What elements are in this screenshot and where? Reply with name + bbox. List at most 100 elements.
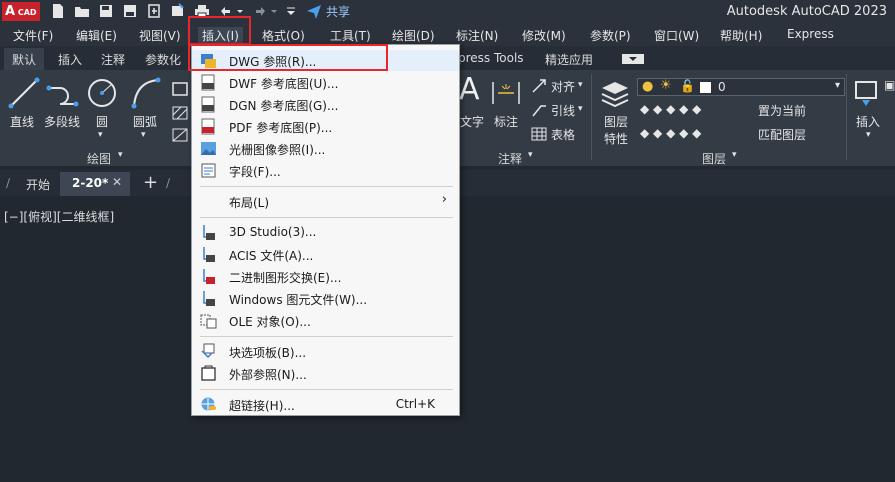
table-label[interactable]: 表格	[551, 126, 575, 143]
set-current-layer-label[interactable]: 置为当前	[758, 102, 806, 119]
menu-file[interactable]: 文件(F)	[13, 27, 53, 44]
menu-item-windows-metafile[interactable]: Windows 图元文件(W)...	[192, 288, 459, 309]
align-label[interactable]: 对齐	[551, 78, 575, 95]
viewport-controls[interactable]: [−][俯视][二维线框]	[4, 208, 114, 225]
menu-item-ole-object[interactable]: OLE 对象(O)...	[192, 310, 459, 331]
menu-express[interactable]: Express	[787, 27, 834, 41]
annotation-panel-title[interactable]: 注释	[498, 150, 522, 167]
region-icon[interactable]	[172, 128, 188, 142]
pdf-underlay-icon	[201, 118, 215, 135]
circle-label[interactable]: 圆	[96, 113, 108, 130]
menu-draw[interactable]: 绘图(D)	[392, 27, 435, 44]
menu-help[interactable]: 帮助(H)	[720, 27, 762, 44]
menu-window[interactable]: 窗口(W)	[654, 27, 699, 44]
menu-item-dwf-underlay[interactable]: DWF 参考底图(U)...	[192, 72, 459, 93]
menu-item-raster-image[interactable]: 光栅图像参照(I)...	[192, 138, 459, 159]
menu-item-external-references[interactable]: 外部参照(N)...	[192, 363, 459, 384]
menu-edit[interactable]: 编辑(E)	[76, 27, 117, 44]
menu-modify[interactable]: 修改(M)	[522, 27, 566, 44]
panel-divider	[591, 74, 592, 160]
menu-item-binary-dxf[interactable]: 二进制图形交换(E)...	[192, 266, 459, 287]
ribbon-minimize-icon[interactable]	[622, 54, 644, 64]
publish-icon[interactable]	[146, 3, 162, 19]
new-tab-button[interactable]: +	[143, 172, 158, 193]
leader-icon[interactable]	[531, 102, 547, 118]
share-button[interactable]: 共享	[326, 3, 350, 20]
active-document-tab[interactable]: 2-20* ✕	[60, 172, 130, 196]
menu-item-layout[interactable]: 布局(L) ›	[192, 191, 459, 212]
arc-dropdown-icon[interactable]: ▾	[141, 130, 146, 140]
leader-label[interactable]: 引线	[551, 102, 575, 119]
annotation-panel-expand-icon[interactable]: ▾	[528, 150, 533, 160]
new-file-icon[interactable]	[50, 3, 66, 19]
layer-dropdown[interactable]: ● ☀ 🔓 0 ▾	[637, 78, 845, 96]
layer-properties-label-2[interactable]: 特性	[604, 130, 628, 147]
menu-view[interactable]: 视图(V)	[139, 27, 181, 44]
arc-icon[interactable]	[130, 76, 162, 110]
menu-item-acis-file[interactable]: ACIS 文件(A)...	[192, 244, 459, 265]
arc-label[interactable]: 圆弧	[133, 113, 157, 130]
menu-item-field[interactable]: 字段(F)...	[192, 160, 459, 181]
menu-item-pdf-underlay[interactable]: PDF 参考底图(P)...	[192, 116, 459, 137]
menu-parametric[interactable]: 参数(P)	[590, 27, 631, 44]
circle-icon[interactable]	[86, 76, 118, 110]
menu-tools[interactable]: 工具(T)	[330, 27, 371, 44]
ribbon-tab-default[interactable]: 默认	[4, 48, 45, 71]
insert-menu-highlight	[188, 16, 251, 45]
insert-block-label[interactable]: 插入	[856, 113, 880, 130]
ribbon-tab-insert[interactable]: 插入	[58, 51, 82, 68]
insert-dropdown-icon[interactable]: ▾	[866, 130, 871, 140]
open-folder-icon[interactable]	[74, 3, 90, 19]
app-logo[interactable]: A CAD	[2, 2, 40, 21]
ribbon-tab-annotate[interactable]: 注释	[101, 51, 125, 68]
customize-dropdown-icon[interactable]	[286, 3, 296, 19]
dimension-label[interactable]: 标注	[494, 113, 518, 130]
draw-panel-expand-icon[interactable]: ▾	[118, 150, 123, 160]
redo-icon[interactable]	[252, 3, 268, 19]
draw-panel-title[interactable]: 绘图	[87, 150, 111, 167]
align-icon[interactable]	[531, 78, 547, 94]
polyline-label[interactable]: 多段线	[44, 113, 80, 130]
save-icon[interactable]	[98, 3, 114, 19]
edit-block-icon[interactable]: ▣	[884, 78, 895, 92]
menu-format[interactable]: 格式(O)	[262, 27, 305, 44]
ribbon-tab-parametric[interactable]: 参数化	[145, 51, 181, 68]
ribbon-tab-featured-apps[interactable]: 精选应用	[545, 51, 593, 68]
menu-item-dgn-underlay[interactable]: DGN 参考底图(G)...	[192, 94, 459, 115]
dimension-icon[interactable]	[490, 78, 522, 108]
start-tab[interactable]: 开始	[26, 176, 50, 193]
align-dropdown-icon[interactable]: ▾	[578, 80, 583, 90]
menu-item-block-palette[interactable]: 块选项板(B)...	[192, 341, 459, 362]
close-tab-icon[interactable]: ✕	[112, 175, 122, 189]
layer-properties-label-1[interactable]: 图层	[604, 113, 628, 130]
menu-dimension[interactable]: 标注(N)	[456, 27, 498, 44]
layer-dropdown-arrow-icon[interactable]: ▾	[835, 80, 840, 91]
doc-tabs-menu-icon[interactable]: ∕	[6, 176, 10, 190]
menu-item-3d-studio[interactable]: 3D Studio(3)...	[192, 222, 459, 243]
layer-properties-icon[interactable]	[600, 78, 630, 108]
polyline-icon[interactable]	[46, 76, 80, 110]
layers-panel-expand-icon[interactable]: ▾	[732, 150, 737, 160]
tab-divider-icon: ∕	[166, 176, 171, 190]
rectangle-icon[interactable]	[172, 82, 188, 96]
table-icon[interactable]	[531, 126, 547, 142]
menu-item-hyperlink[interactable]: 超链接(H)... Ctrl+K	[192, 394, 459, 415]
text-icon[interactable]: A	[459, 72, 480, 107]
hatch-icon[interactable]	[172, 106, 188, 120]
line-icon[interactable]	[8, 76, 40, 110]
redo-dropdown-icon[interactable]	[270, 3, 278, 19]
leader-dropdown-icon[interactable]: ▾	[578, 104, 583, 114]
line-label[interactable]: 直线	[10, 113, 34, 130]
match-layer-label[interactable]: 匹配图层	[758, 126, 806, 143]
cloud-save-icon[interactable]	[170, 3, 186, 19]
layers-panel-title[interactable]: 图层	[702, 150, 726, 167]
ribbon-tab-express-tools[interactable]: press Tools	[458, 51, 524, 65]
wmf-icon	[203, 291, 215, 306]
save-as-icon[interactable]	[122, 3, 138, 19]
layer-tools-row1-icons[interactable]: ◆ ◆ ◆ ◆ ◆	[640, 102, 701, 116]
insert-block-icon[interactable]	[852, 78, 880, 108]
circle-dropdown-icon[interactable]: ▾	[98, 130, 103, 140]
layer-tools-row2-icons[interactable]: ◆ ◆ ◆ ◆ ◆	[640, 126, 701, 140]
text-label[interactable]: 文字	[460, 113, 484, 130]
active-doc-name: 2-20*	[72, 176, 109, 190]
